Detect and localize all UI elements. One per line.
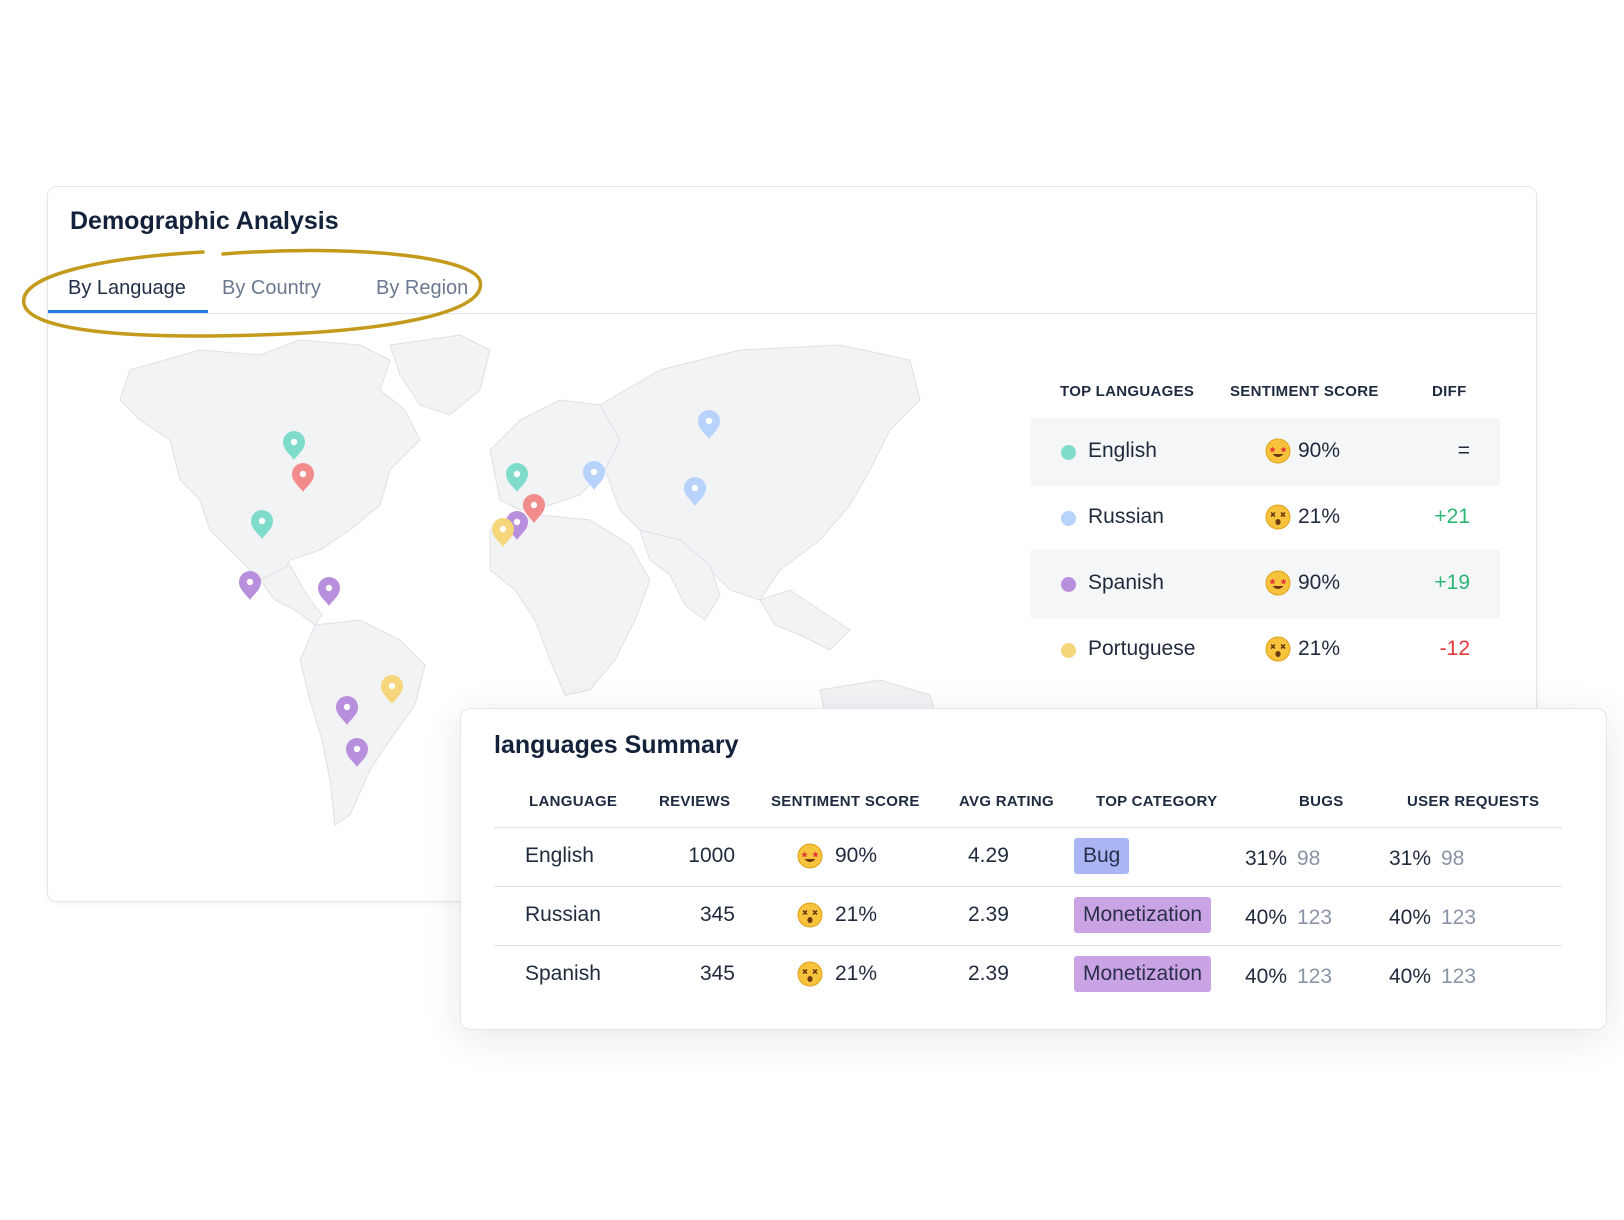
- language-name: Spanish: [1088, 571, 1164, 594]
- summary-header-bugs: BUGS: [1299, 793, 1344, 810]
- summary-header-avg-rating: AVG RATING: [959, 793, 1054, 810]
- continent-europe: [489, 399, 621, 511]
- continent-north-america: [119, 339, 421, 591]
- sentiment-diff: -12: [1439, 637, 1470, 660]
- summary-avg-rating: 2.39: [968, 962, 1009, 985]
- language-color-dot: [1061, 511, 1076, 526]
- summary-header-language: LANGUAGE: [529, 793, 618, 810]
- bugs-percent: 40%: [1245, 965, 1288, 988]
- sentiment-score: 90%: [1298, 571, 1341, 594]
- continent-asia: [599, 344, 921, 601]
- star-struck-emoji: [1265, 438, 1291, 464]
- active-tab-indicator: [48, 310, 208, 313]
- summary-language: Spanish: [525, 962, 601, 985]
- sentiment-diff: +21: [1434, 505, 1470, 528]
- language-color-dot: [1061, 577, 1076, 592]
- header-sentiment-score: SENTIMENT SCORE: [1230, 383, 1379, 400]
- tab-by-country[interactable]: By Country: [222, 277, 321, 300]
- header-diff: DIFF: [1432, 383, 1467, 400]
- summary-language: Russian: [525, 903, 601, 926]
- user-requests-percent: 40%: [1389, 965, 1432, 988]
- star-struck-emoji: [797, 843, 823, 869]
- user-requests-count: 98: [1441, 847, 1465, 870]
- top-language-row[interactable]: Spanish 90% +19: [1030, 550, 1500, 618]
- summary-table-row[interactable]: Russian 345 21% 2.39 Monetization 40% 123 40% 12…: [494, 886, 1562, 946]
- star-struck-emoji: [1265, 570, 1291, 596]
- sentiment-score: 90%: [1298, 439, 1341, 462]
- summary-sentiment-score: 21%: [835, 903, 878, 926]
- top-category-badge: Monetization: [1074, 897, 1212, 933]
- summary-reviews: 345: [699, 962, 735, 985]
- summary-reviews: 1000: [688, 844, 735, 867]
- user-requests-count: 123: [1441, 906, 1477, 929]
- summary-sentiment-score: 90%: [835, 844, 878, 867]
- header-top-languages: TOP LANGUAGES: [1060, 383, 1195, 400]
- top-language-row[interactable]: Portuguese 21% -12: [1030, 616, 1500, 684]
- summary-table-row[interactable]: English 1000 90% 4.29 Bug 31% 98 31% 98: [494, 827, 1562, 887]
- user-requests-percent: 31%: [1389, 847, 1432, 870]
- bugs-count: 123: [1297, 906, 1333, 929]
- user-requests-percent: 40%: [1389, 906, 1432, 929]
- tab-bar: By Language By Country By Region: [48, 269, 1536, 314]
- top-category-badge: Bug: [1074, 838, 1130, 874]
- continent-south-america: [299, 619, 426, 826]
- language-name: English: [1088, 439, 1157, 462]
- top-category-badge: Monetization: [1074, 956, 1212, 992]
- bugs-count: 98: [1297, 847, 1321, 870]
- summary-header-sentiment: SENTIMENT SCORE: [771, 793, 920, 810]
- language-name: Portuguese: [1088, 637, 1196, 660]
- tab-by-region[interactable]: By Region: [376, 277, 468, 300]
- dizzy-face-emoji: [1265, 636, 1291, 662]
- languages-summary-card: languages Summary LANGUAGE REVIEWS SENTI…: [460, 708, 1607, 1030]
- summary-avg-rating: 2.39: [968, 903, 1009, 926]
- dizzy-face-emoji: [797, 961, 823, 987]
- language-color-dot: [1061, 445, 1076, 460]
- summary-header-reviews: REVIEWS: [659, 793, 731, 810]
- summary-table-row[interactable]: Spanish 345 21% 2.39 Monetization 40% 123 40% 12…: [494, 945, 1562, 1005]
- top-language-row[interactable]: Russian 21% +21: [1030, 484, 1500, 552]
- summary-header-user-requests: USER REQUESTS: [1407, 793, 1540, 810]
- continent-greenland: [389, 334, 491, 416]
- summary-reviews: 345: [699, 903, 735, 926]
- dizzy-face-emoji: [1265, 504, 1291, 530]
- summary-header-top-category: TOP CATEGORY: [1096, 793, 1218, 810]
- top-language-row[interactable]: English 90% =: [1030, 418, 1500, 486]
- language-name: Russian: [1088, 505, 1164, 528]
- card-title: Demographic Analysis: [70, 207, 339, 235]
- bugs-percent: 31%: [1245, 847, 1288, 870]
- sentiment-score: 21%: [1298, 505, 1341, 528]
- bugs-percent: 40%: [1245, 906, 1288, 929]
- dizzy-face-emoji: [797, 902, 823, 928]
- user-requests-count: 123: [1441, 965, 1477, 988]
- summary-sentiment-score: 21%: [835, 962, 878, 985]
- continent-africa: [489, 514, 651, 696]
- sentiment-score: 21%: [1298, 637, 1341, 660]
- bugs-count: 123: [1297, 965, 1333, 988]
- summary-language: English: [525, 844, 594, 867]
- summary-title: languages Summary: [494, 731, 739, 759]
- sentiment-diff: +19: [1434, 571, 1470, 594]
- language-color-dot: [1061, 643, 1076, 658]
- continent-southeast-asia: [759, 589, 851, 651]
- summary-avg-rating: 4.29: [968, 844, 1009, 867]
- sentiment-diff: =: [1457, 439, 1470, 462]
- tab-by-language[interactable]: By Language: [68, 277, 186, 300]
